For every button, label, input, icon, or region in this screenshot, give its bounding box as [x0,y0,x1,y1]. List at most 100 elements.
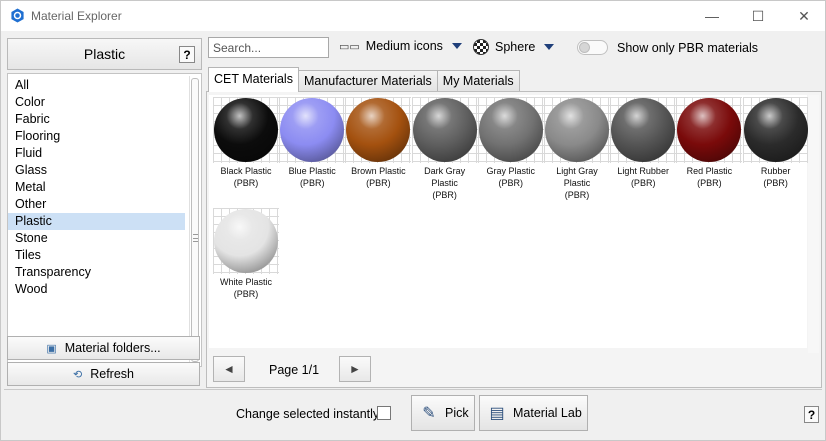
page-indicator: Page 1/1 [269,363,320,377]
material-sphere [743,98,808,162]
category-item[interactable]: Glass [8,162,185,179]
category-item[interactable]: Other [8,196,185,213]
category-scroll-thumb[interactable] [191,78,199,362]
maximize-button[interactable]: ☐ [735,1,781,31]
material-swatch [544,97,610,163]
icon-size-dropdown[interactable]: ▭▭ Medium icons [339,39,462,53]
material-tile[interactable]: Dark Gray Plastic (PBR) [411,97,478,207]
title-bar[interactable]: Material Explorer — ☐ ✕ [1,1,825,31]
search-input[interactable] [208,37,329,58]
material-name: White Plastic (PBR) [219,277,272,299]
preview-shape-value: Sphere [495,40,536,54]
pick-button[interactable]: ✎ Pick [411,395,475,431]
material-sphere [545,98,609,162]
tab-item[interactable]: CET Materials [208,67,299,92]
category-item[interactable]: All [8,77,185,94]
grip-icon [193,234,198,242]
refresh-button[interactable]: ⟲ Refresh [7,362,200,386]
chevron-down-icon [544,44,555,50]
category-scrollbar[interactable] [189,76,200,364]
material-tile[interactable]: Light Rubber (PBR) [610,97,677,207]
material-tile[interactable]: Rubber (PBR) [742,97,809,207]
tab-item[interactable]: Manufacturer Materials [297,70,438,92]
material-name: Light Rubber (PBR) [617,166,669,188]
window-title: Material Explorer [31,9,122,23]
material-tile[interactable]: Brown Plastic (PBR) [345,97,412,207]
material-sphere [214,98,278,162]
minimize-button[interactable]: — [689,1,735,31]
material-swatch [742,97,809,163]
material-folders-label: Material folders... [64,341,161,355]
material-name: Gray Plastic (PBR) [486,166,536,188]
category-help-button[interactable]: ? [179,46,195,63]
category-item[interactable]: Fluid [8,145,185,162]
category-item[interactable]: Stone [8,230,185,247]
material-tile[interactable]: Blue Plastic (PBR) [279,97,346,207]
change-instantly-checkbox[interactable] [377,406,391,420]
material-sphere [611,98,676,162]
sphere-icon [473,39,489,55]
material-name: Rubber (PBR) [760,166,791,188]
material-swatch [279,97,346,163]
material-lab-button[interactable]: ▤ Material Lab [479,395,588,431]
material-name: Dark Gray Plastic (PBR) [424,166,466,200]
material-swatch [213,97,279,163]
material-grid-scrollbar[interactable] [808,95,819,353]
material-sphere [280,98,345,162]
eyedropper-icon: ✎ [422,405,436,422]
prev-page-button[interactable]: ◄ [213,356,245,382]
material-swatch [610,97,677,163]
material-sphere [677,98,742,162]
material-source-tabs: CET Materials Manufacturer Materials My Ma… [208,67,520,92]
material-folders-button[interactable]: ▣ Material folders... [7,336,200,360]
category-header-label: Plastic [83,46,126,62]
category-item[interactable]: Transparency [8,264,185,281]
category-item[interactable]: Metal [8,179,185,196]
material-lab-label: Material Lab [513,406,582,420]
material-tile[interactable]: Gray Plastic (PBR) [477,97,544,207]
category-header: Plastic ? [7,38,202,70]
folder-icon: ▣ [46,342,57,355]
icon-size-icon: ▭▭ [339,40,360,53]
material-sphere [478,98,543,162]
material-swatch [345,97,412,163]
material-grid: Black Plastic (PBR) Blue Plastic (PBR) Bro… [209,95,809,348]
material-name: Brown Plastic (PBR) [351,166,406,188]
chevron-down-icon [451,43,462,49]
material-sphere [346,98,411,162]
footer-help-button[interactable]: ? [804,406,819,423]
change-instantly-label: Change selected instantly: [236,407,383,421]
category-item[interactable]: Tiles [8,247,185,264]
material-name: Blue Plastic (PBR) [288,166,336,188]
material-tile[interactable]: White Plastic (PBR) [213,208,279,318]
category-item[interactable]: Flooring [8,128,185,145]
tab-item[interactable]: My Materials [436,70,520,92]
pbr-only-label: Show only PBR materials [617,41,759,55]
material-swatch [676,97,743,163]
material-tile[interactable]: Light Gray Plastic (PBR) [544,97,610,207]
preview-shape-dropdown[interactable]: Sphere [473,39,555,55]
material-tile[interactable]: Black Plastic (PBR) [213,97,279,207]
material-name: Red Plastic (PBR) [686,166,733,188]
pbr-only-toggle[interactable] [577,40,608,55]
pick-label: Pick [445,406,469,420]
category-item[interactable]: Plastic [8,213,185,230]
close-button[interactable]: ✕ [781,1,826,31]
refresh-icon: ⟲ [73,368,83,381]
material-sphere [412,98,477,162]
category-panel: Plastic ? All Color Fabric Flooring Fluid Gla… [7,38,202,388]
material-swatch [411,97,478,163]
material-name: Black Plastic (PBR) [220,166,272,188]
material-name: Light Gray Plastic (PBR) [556,166,598,200]
material-tile[interactable]: Red Plastic (PBR) [676,97,743,207]
category-item[interactable]: Color [8,94,185,111]
toggle-knob [579,42,590,53]
category-items: All Color Fabric Flooring Fluid Glass Metal Oth… [8,74,201,298]
icon-size-value: Medium icons [365,39,443,53]
material-sphere [214,209,278,273]
footer-divider [4,389,822,390]
hexagon-app-icon [11,8,24,23]
category-item[interactable]: Wood [8,281,185,298]
category-item[interactable]: Fabric [8,111,185,128]
next-page-button[interactable]: ► [339,356,371,382]
